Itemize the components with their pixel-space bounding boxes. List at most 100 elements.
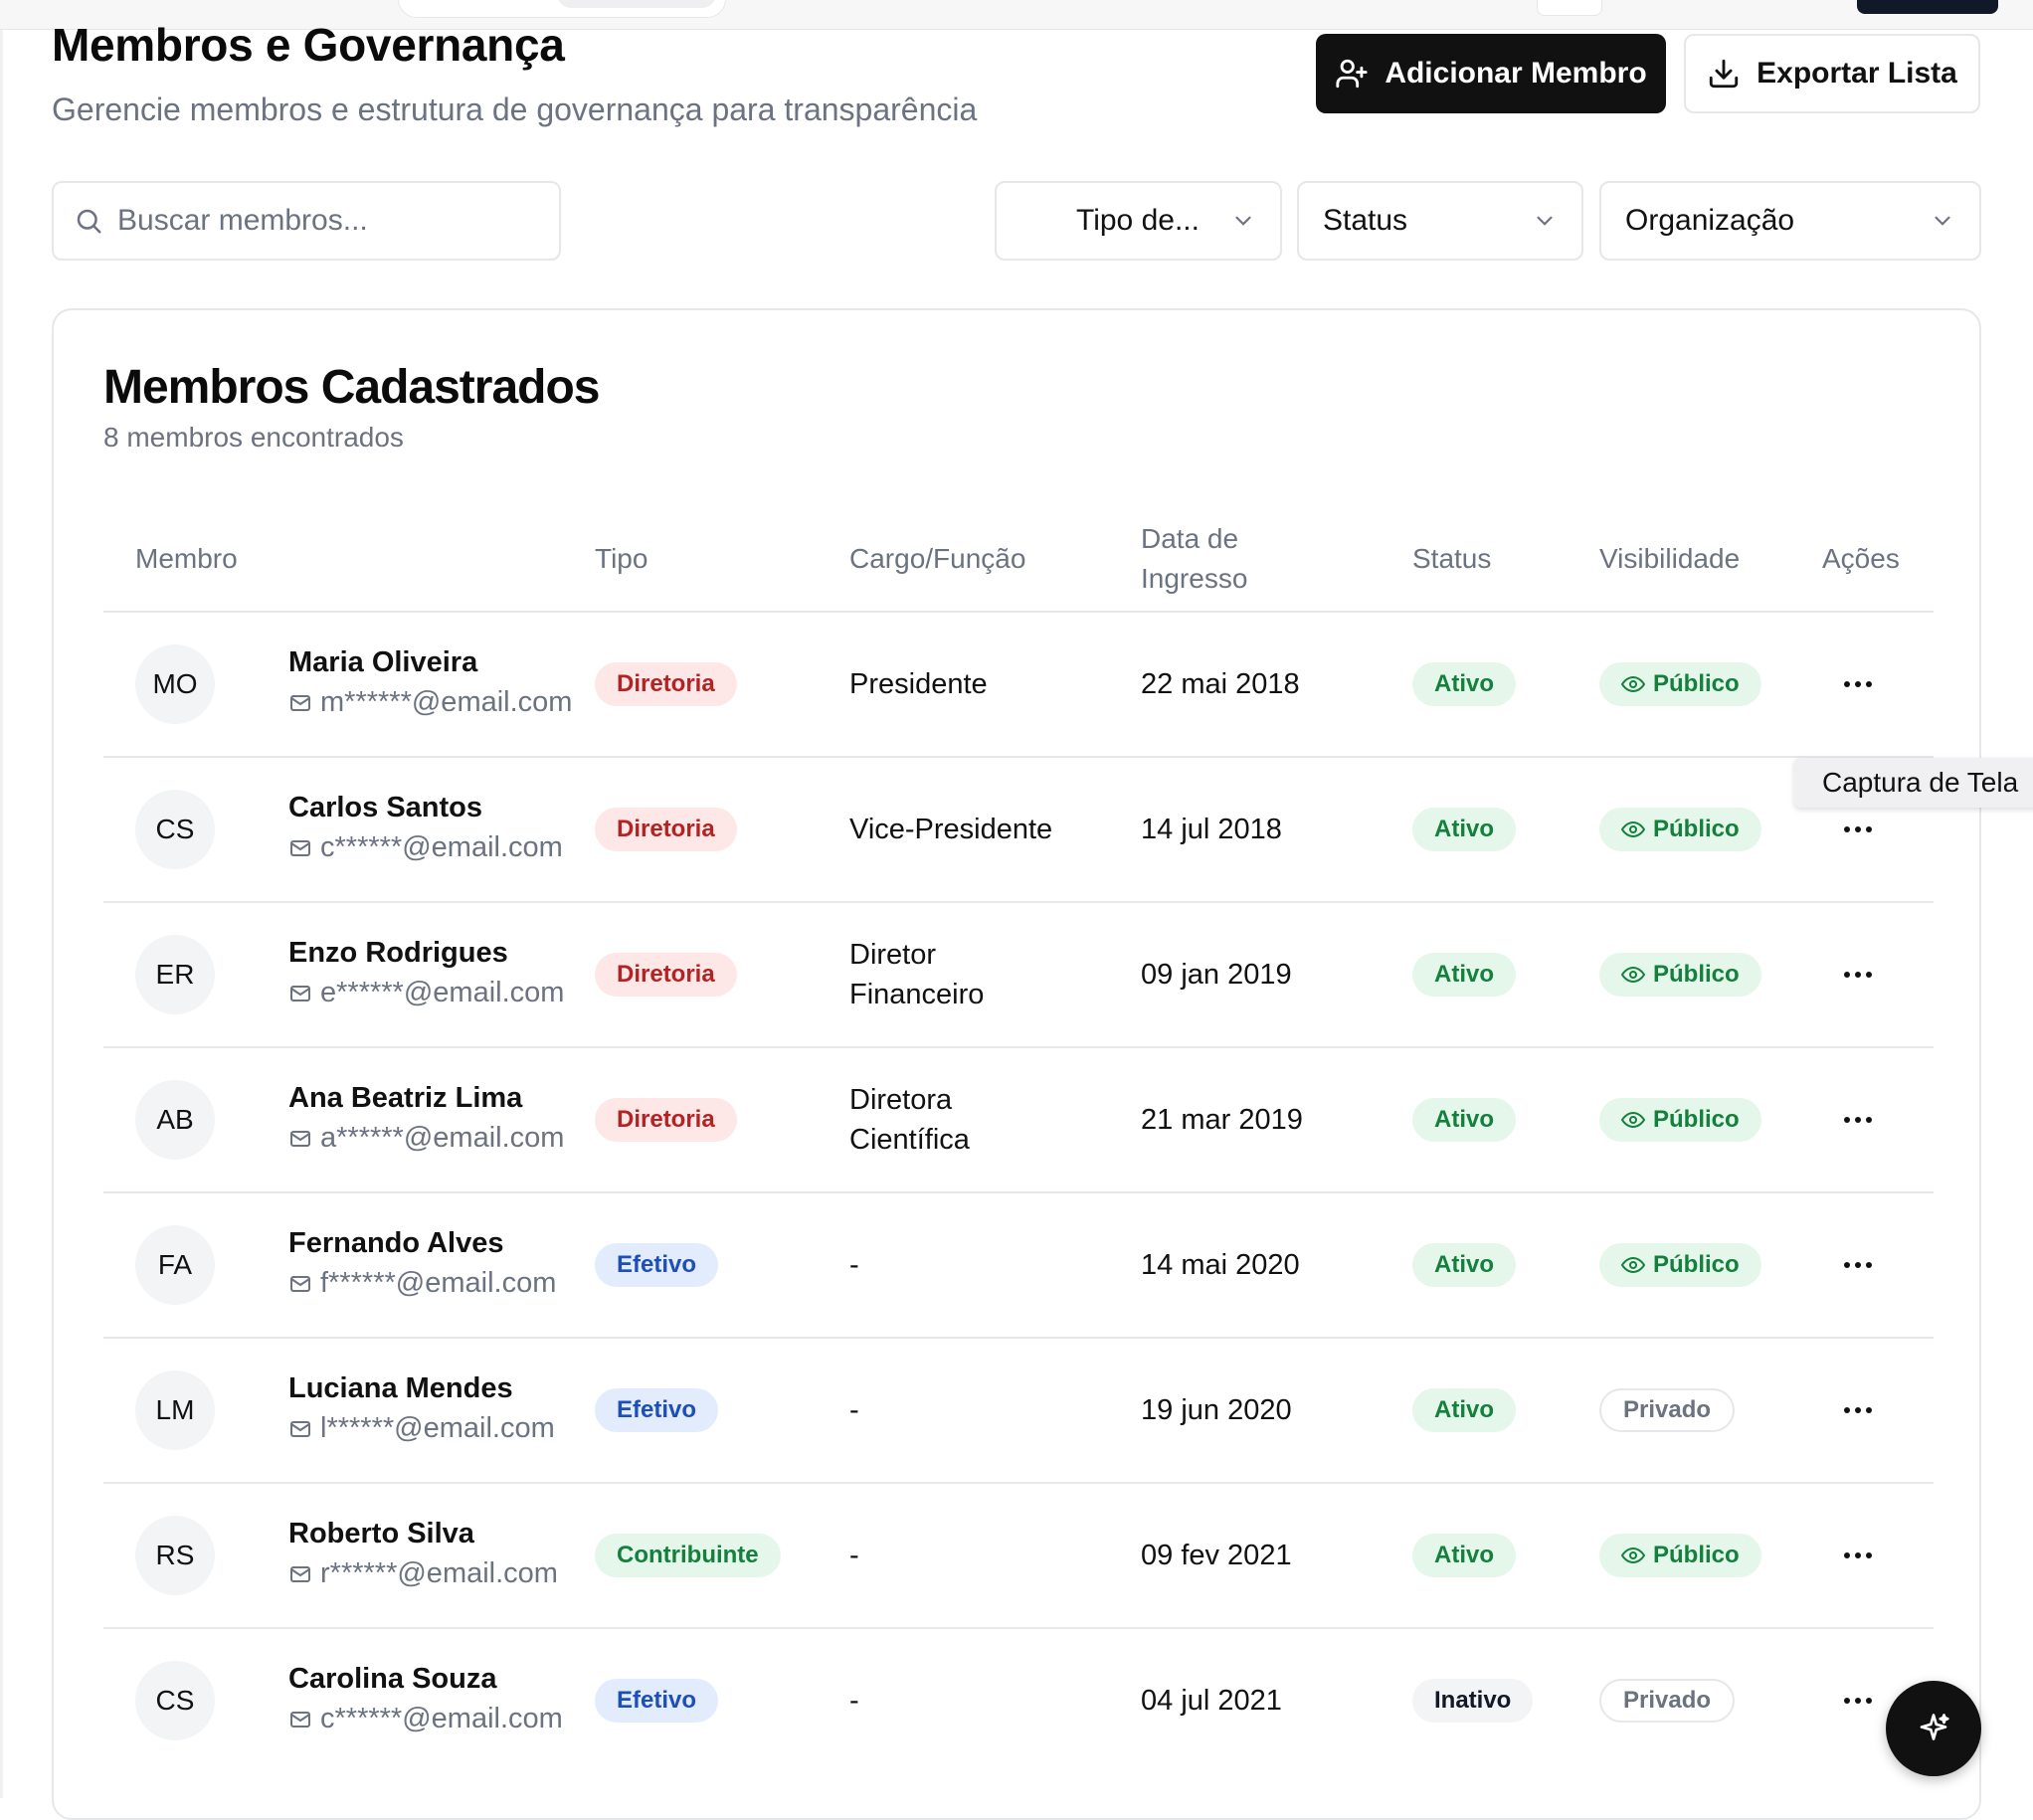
add-member-button[interactable]: Adicionar Membro [1316,34,1666,113]
join-date: 04 jul 2021 [1141,1684,1282,1717]
nav-primary-button[interactable] [1857,0,1998,14]
member-email-text: a******@email.com [320,1122,565,1154]
visibility-badge: Público [1599,1243,1761,1287]
table-row[interactable]: RS Roberto Silva r******@email.com Contribu… [103,1484,1934,1629]
avatar: ER [135,935,215,1014]
organization-select-value: Organização [1625,204,1795,237]
row-actions-button[interactable] [1834,1532,1882,1579]
member-name: Enzo Rodrigues [288,937,508,969]
join-date: 14 mai 2020 [1141,1248,1300,1281]
avatar: RS [135,1516,215,1595]
mail-icon [290,1565,310,1582]
avatar: CS [135,1661,215,1740]
page-subtitle: Gerencie membros e estrutura de governan… [52,91,978,127]
status-badge: Ativo [1412,662,1516,706]
row-actions-button[interactable] [1834,951,1882,999]
chevron-down-icon [1537,216,1553,226]
eye-icon [1621,820,1645,838]
row-actions-button[interactable] [1834,660,1882,708]
member-name: Fernando Alves [288,1227,504,1259]
col-cargo: Cargo/Função [849,543,1026,574]
status-badge: Ativo [1412,953,1516,997]
nav-pill-active[interactable] [557,0,716,8]
avatar: MO [135,644,215,724]
mail-icon [290,1420,310,1437]
members-count: 8 membros encontrados [103,422,404,453]
more-horizontal-icon [1844,681,1872,687]
ai-assistant-button[interactable] [1886,1681,1981,1776]
mail-icon [290,985,310,1001]
visibility-label: Privado [1623,1396,1712,1423]
join-date: 09 fev 2021 [1141,1539,1292,1571]
row-actions-button[interactable] [1834,1241,1882,1289]
visibility-label: Público [1653,1542,1740,1568]
member-email-text: r******@email.com [320,1557,558,1589]
avatar: AB [135,1080,215,1160]
col-status: Status [1412,543,1492,574]
more-horizontal-icon [1844,972,1872,978]
visibility-badge: Público [1599,1098,1761,1142]
status-badge: Inativo [1412,1679,1534,1723]
eye-icon [1621,1256,1645,1274]
member-email: r******@email.com [288,1557,558,1590]
cargo: - [849,1394,859,1426]
cargo: - [849,1249,859,1281]
visibility-badge: Privado [1599,1388,1736,1432]
tipo-badge: Efetivo [595,1243,719,1287]
member-email-text: e******@email.com [320,977,565,1008]
visibility-badge: Público [1599,662,1761,706]
member-name: Maria Oliveira [288,646,478,678]
member-email-text: c******@email.com [320,831,563,863]
table-row[interactable]: ER Enzo Rodrigues e******@email.com Diretor… [103,903,1934,1048]
table-row[interactable]: CS Carolina Souza c******@email.com Efetivo… [103,1629,1934,1774]
tipo-badge: Diretoria [595,953,737,997]
avatar: LM [135,1370,215,1450]
join-date: 14 jul 2018 [1141,813,1282,845]
mail-icon [290,839,310,856]
cargo: Vice-Presidente [849,814,1053,845]
row-actions-button[interactable] [1834,1386,1882,1434]
col-membro: Membro [135,543,238,574]
member-email-text: l******@email.com [320,1412,555,1444]
eye-icon [1621,1547,1645,1564]
eye-icon [1621,675,1645,693]
add-member-label: Adicionar Membro [1385,57,1647,90]
row-actions-button[interactable] [1834,1096,1882,1144]
visibility-label: Público [1653,1251,1740,1278]
search-input[interactable] [117,204,535,238]
col-tipo: Tipo [595,543,648,574]
member-email-text: c******@email.com [320,1703,563,1734]
more-horizontal-icon [1844,1698,1872,1704]
nav-icon-button[interactable] [1537,0,1602,16]
tipo-badge: Efetivo [595,1388,719,1432]
member-name: Carlos Santos [288,792,482,823]
visibility-label: Público [1653,670,1740,697]
join-date: 22 mai 2018 [1141,667,1300,700]
table-row[interactable]: AB Ana Beatriz Lima a******@email.com Diret… [103,1048,1934,1193]
col-acoes: Ações [1822,543,1900,574]
member-name: Carolina Souza [288,1663,497,1695]
member-email: f******@email.com [288,1267,556,1300]
row-actions-button[interactable] [1834,1677,1882,1725]
status-select[interactable]: Status [1297,181,1583,261]
table-row[interactable]: MO Maria Oliveira m******@email.com Diretor… [103,613,1934,758]
tipo-select[interactable]: Tipo de... [995,181,1282,261]
user-plus-icon [1336,59,1368,89]
export-list-button[interactable]: Exportar Lista [1684,34,1980,113]
member-email: a******@email.com [288,1122,564,1155]
row-actions-button[interactable] [1834,806,1882,853]
join-date: 09 jan 2019 [1141,958,1292,991]
table-row[interactable]: CS Carlos Santos c******@email.com Diretori… [103,758,1934,903]
visibility-badge: Público [1599,808,1761,851]
join-date: 19 jun 2020 [1141,1393,1292,1426]
member-email: c******@email.com [288,1703,563,1735]
mail-icon [290,1130,310,1147]
organization-select[interactable]: Organização [1599,181,1981,261]
visibility-label: Público [1653,1106,1740,1133]
cargo: Presidente [849,668,988,700]
member-name: Luciana Mendes [288,1372,513,1404]
table-row[interactable]: FA Fernando Alves f******@email.com Efetivo… [103,1193,1934,1339]
table-row[interactable]: LM Luciana Mendes l******@email.com Efetivo… [103,1339,1934,1484]
chevron-down-icon [1935,216,1950,226]
more-horizontal-icon [1844,1407,1872,1413]
